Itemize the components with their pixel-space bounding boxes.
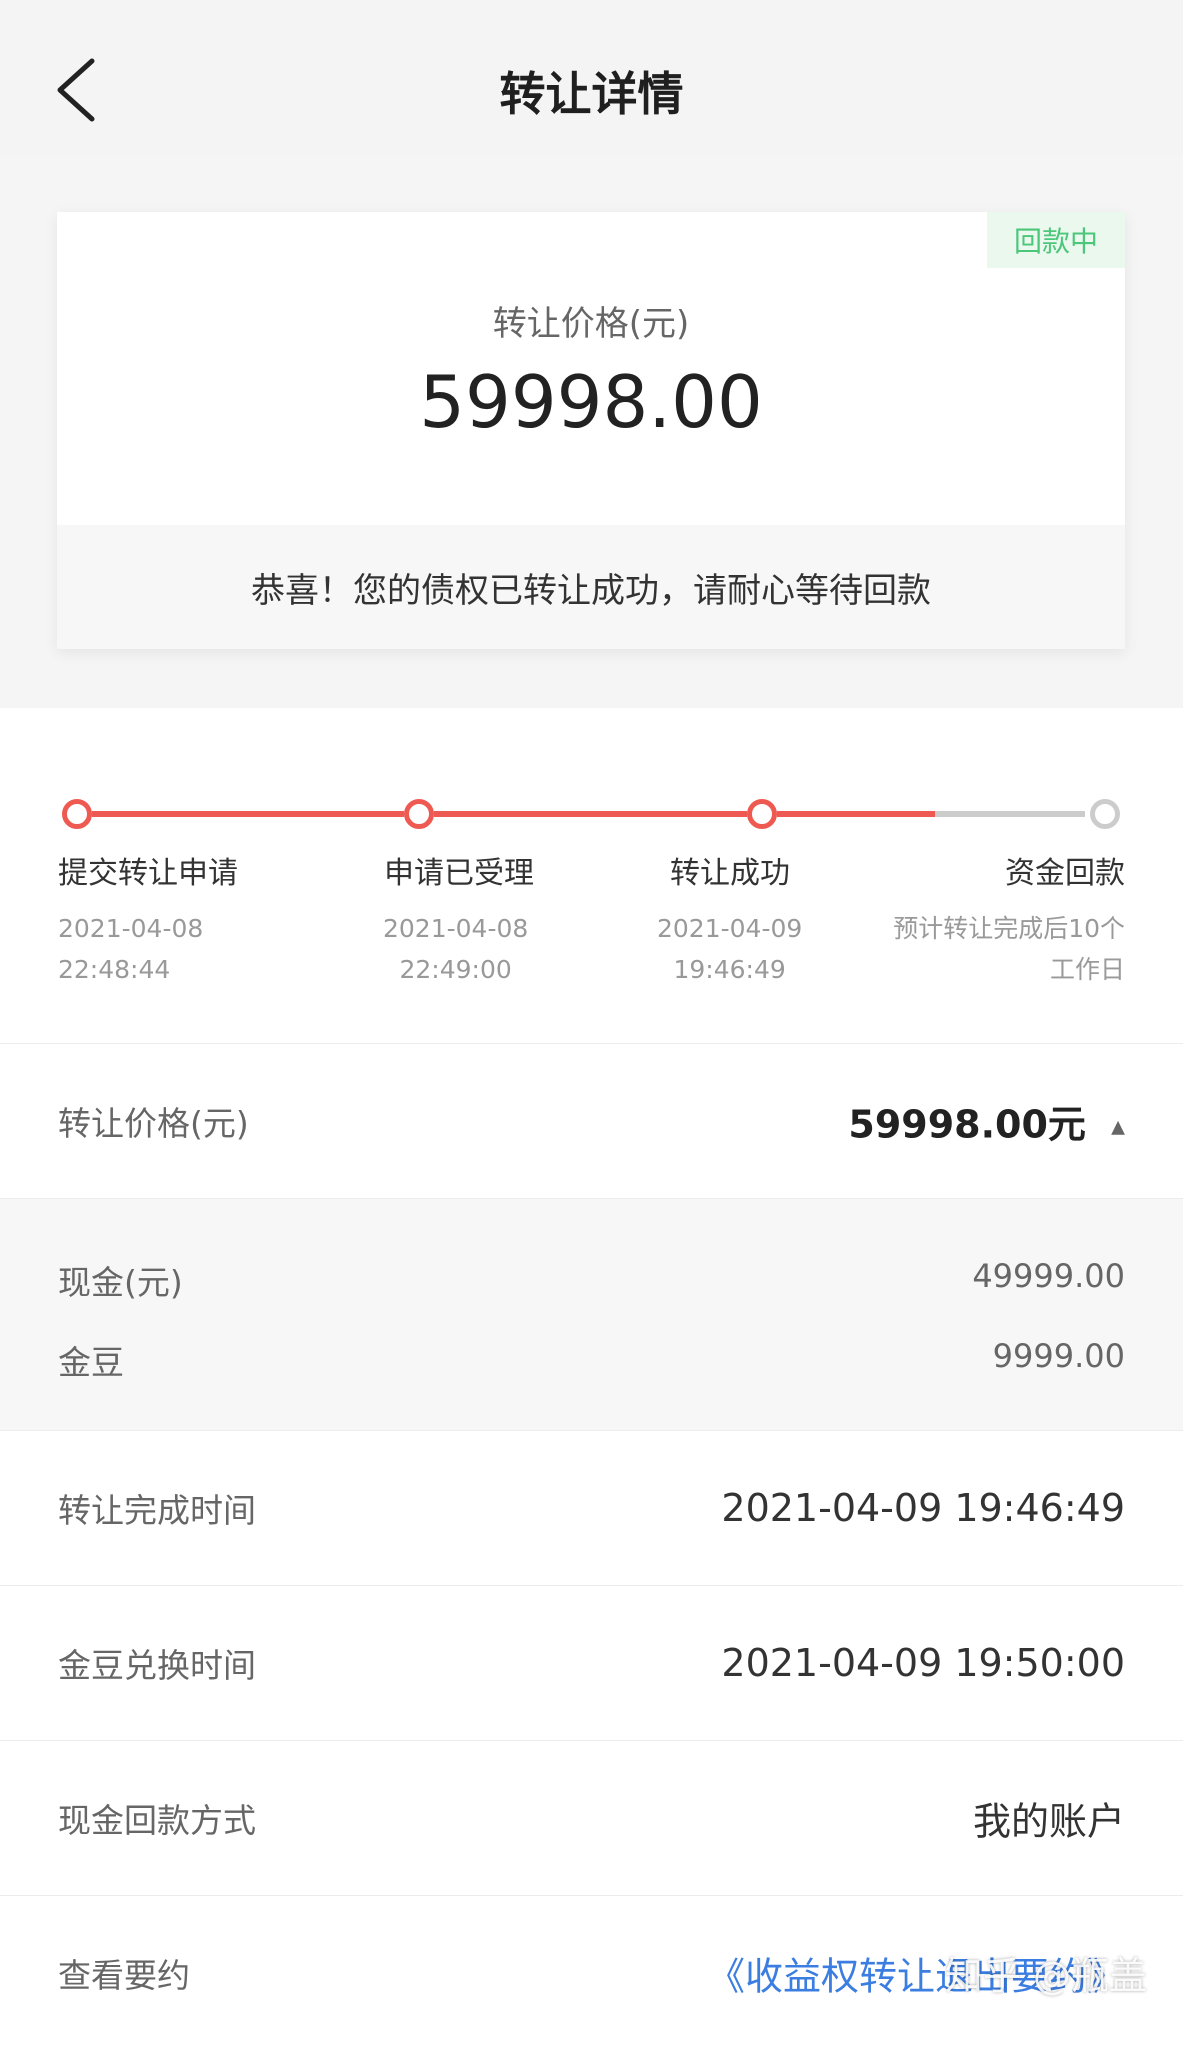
page-title: 转让详情	[499, 67, 684, 121]
price-value-group: 59998.00元 ▲	[848, 1094, 1125, 1149]
contract-label: 查看要约	[58, 1956, 190, 1995]
summary-amount: 59998.00	[419, 360, 763, 444]
status-badge: 回款中	[987, 212, 1125, 268]
summary-card: 回款中 转让价格(元) 59998.00 恭喜！您的债权已转让成功，请耐心等待回…	[57, 212, 1125, 649]
step-name-success: 转让成功	[670, 856, 790, 891]
progress-track-3a	[777, 811, 935, 817]
progress-track-2	[434, 811, 747, 817]
step-time-refund: 预计转让完成后10个 工作日	[893, 914, 1125, 984]
cash-label: 现金(元)	[58, 1263, 183, 1302]
exchange-time-row: 金豆兑换时间 2021-04-09 19:50:00	[0, 1585, 1183, 1740]
exchange-time-value: 2021-04-09 19:50:00	[721, 1641, 1125, 1685]
cash-value: 49999.00	[972, 1257, 1125, 1295]
progress-timeline: 提交转让申请 申请已受理 转让成功 资金回款 2021-04-08 22:48:…	[0, 708, 1183, 1043]
step-time-submit: 2021-04-08 22:48:44	[58, 914, 204, 984]
success-message: 恭喜！您的债权已转让成功，请耐心等待回款	[57, 525, 1125, 649]
price-row[interactable]: 转让价格(元) 59998.00元 ▲	[0, 1043, 1183, 1198]
price-value: 59998.00元	[848, 1102, 1086, 1147]
complete-time-value: 2021-04-09 19:46:49	[721, 1486, 1125, 1530]
progress-track-3b	[935, 811, 1085, 817]
summary-label: 转让价格(元)	[492, 304, 690, 344]
step-dot-success	[747, 799, 777, 829]
refund-method-value: 我的账户	[972, 1799, 1125, 1844]
beans-label: 金豆	[58, 1343, 124, 1382]
exchange-time-label: 金豆兑换时间	[58, 1646, 256, 1685]
complete-time-row: 转让完成时间 2021-04-09 19:46:49	[0, 1430, 1183, 1585]
step-dot-submit	[62, 799, 92, 829]
step-name-submit: 提交转让申请	[58, 856, 238, 891]
nav-bar: 转让详情	[0, 0, 1183, 155]
refund-method-label: 现金回款方式	[58, 1801, 256, 1840]
progress-track-1	[92, 811, 404, 817]
price-breakdown: 现金(元) 49999.00 金豆 9999.00	[0, 1198, 1183, 1430]
complete-time-label: 转让完成时间	[58, 1491, 256, 1530]
refund-method-row: 现金回款方式 我的账户	[0, 1740, 1183, 1895]
step-name-refund: 资金回款	[1005, 856, 1125, 891]
watermark: 知乎 @瓶盖	[944, 1954, 1147, 1998]
price-label: 转让价格(元)	[58, 1104, 249, 1143]
caret-up-icon[interactable]: ▲	[1111, 1117, 1125, 1138]
beans-value: 9999.00	[992, 1337, 1125, 1375]
step-dot-accepted	[404, 799, 434, 829]
step-time-accepted: 2021-04-08 22:49:00	[383, 914, 529, 984]
step-dot-refund	[1090, 799, 1120, 829]
step-time-success: 2021-04-09 19:46:49	[657, 914, 803, 984]
step-name-accepted: 申请已受理	[384, 856, 534, 891]
